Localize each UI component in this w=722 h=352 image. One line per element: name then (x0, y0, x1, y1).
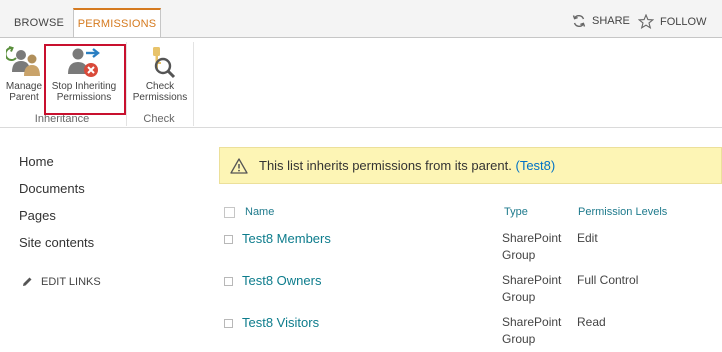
row-type: SharePoint Group (502, 230, 572, 264)
stop-inheriting-permissions-button[interactable]: Stop Inheriting Permissions (48, 44, 120, 108)
warning-icon (230, 157, 248, 174)
group-label-check: Check (143, 113, 175, 125)
row-name-link[interactable]: Test8 Owners (242, 273, 321, 288)
row-type-line-1: SharePoint (502, 273, 562, 287)
inheritance-notice: This list inherits permissions from its … (219, 147, 722, 184)
tab-permissions[interactable]: PERMISSIONS (73, 8, 161, 37)
check-permissions-button[interactable]: Check Permissions (131, 44, 189, 108)
row-checkbox[interactable] (224, 277, 233, 286)
nav-item-pages[interactable]: Pages (19, 208, 56, 223)
edit-links-label: EDIT LINKS (41, 276, 101, 288)
row-permission-level: Read (577, 315, 606, 329)
row-checkbox[interactable] (224, 319, 233, 328)
group-divider (193, 42, 194, 126)
stop-inheriting-label-2: Permissions (56, 92, 112, 103)
edit-links-button[interactable]: EDIT LINKS (21, 276, 101, 288)
check-permissions-label-1: Check (145, 81, 175, 92)
group-label-inheritance: Inheritance (34, 113, 90, 125)
stop-inheriting-icon (68, 48, 100, 77)
ribbon-tab-bar: BROWSE PERMISSIONS SHARE FOLLOW (0, 0, 722, 37)
notice-parent-link[interactable]: (Test8) (515, 158, 555, 173)
column-header-name[interactable]: Name (245, 206, 274, 218)
column-header-type[interactable]: Type (504, 206, 528, 218)
star-icon (638, 14, 654, 29)
row-type: SharePoint Group (502, 314, 572, 348)
nav-item-home[interactable]: Home (19, 154, 54, 169)
row-type-line-1: SharePoint (502, 231, 562, 245)
manage-parent-icon (6, 46, 40, 76)
row-permission-level: Full Control (577, 273, 639, 287)
manage-parent-label-1: Manage (5, 81, 43, 92)
nav-item-documents[interactable]: Documents (19, 181, 85, 196)
row-permission-level: Edit (577, 231, 598, 245)
check-permissions-label-2: Permissions (132, 92, 188, 103)
follow-label: FOLLOW (660, 15, 707, 28)
manage-parent-button[interactable]: Manage Parent (2, 44, 46, 108)
row-type-line-2: Group (502, 332, 536, 346)
sync-icon (572, 15, 586, 27)
follow-button[interactable]: FOLLOW (638, 14, 706, 29)
pencil-icon (23, 277, 32, 286)
group-divider (126, 42, 127, 126)
row-checkbox[interactable] (224, 235, 233, 244)
row-type-line-2: Group (502, 290, 536, 304)
check-permissions-icon (153, 47, 176, 79)
share-label: SHARE (592, 15, 630, 27)
tab-browse[interactable]: BROWSE (8, 8, 70, 37)
select-all-checkbox[interactable] (224, 207, 235, 218)
row-type-line-1: SharePoint (502, 315, 562, 329)
row-type-line-2: Group (502, 248, 536, 262)
row-name-link[interactable]: Test8 Members (242, 231, 331, 246)
row-type: SharePoint Group (502, 272, 572, 306)
stop-inheriting-label-1: Stop Inheriting (51, 81, 117, 92)
nav-item-site-contents[interactable]: Site contents (19, 235, 94, 250)
notice-text: This list inherits permissions from its … (259, 158, 512, 173)
column-header-permission-levels[interactable]: Permission Levels (578, 206, 667, 218)
share-button[interactable]: SHARE (572, 14, 630, 28)
manage-parent-label-2: Parent (9, 92, 39, 103)
row-name-link[interactable]: Test8 Visitors (242, 315, 319, 330)
ribbon: Manage Parent Stop Inheriting Permission… (0, 37, 722, 128)
